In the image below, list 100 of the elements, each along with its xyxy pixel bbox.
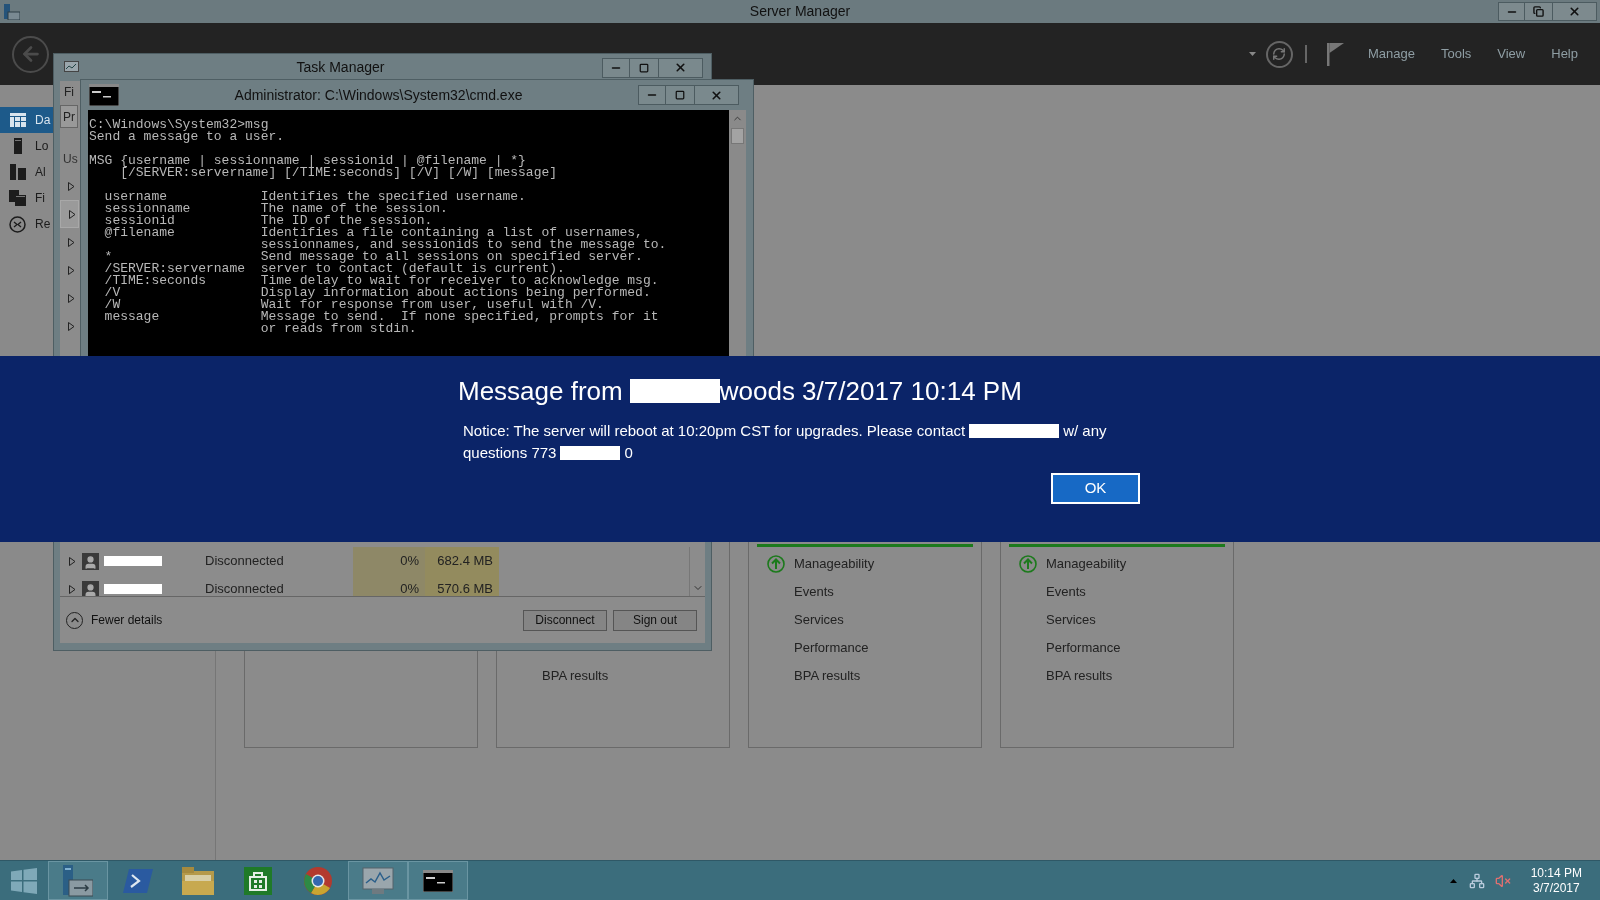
clock-time[interactable]: 10:14 PM [1530,865,1582,881]
flag-icon[interactable] [1326,42,1344,66]
console-line: * Send message to all sessions on specified server. [103,251,643,263]
scroll-thumb[interactable] [731,128,744,144]
tile-link[interactable]: Performance [1046,638,1121,658]
monitor-chart-icon [64,61,79,74]
browser-icon [304,866,332,895]
close-icon [674,61,687,74]
status-text: Disconnected [205,552,285,571]
close-button[interactable] [694,85,739,105]
message-title: woods 3/7/2017 10:14 PM [719,375,1022,408]
clock-date[interactable]: 3/7/2017 [1532,880,1580,896]
folder-icon [182,866,214,895]
restore-icon [1533,6,1544,17]
user-avatar-icon [82,580,99,596]
window-title: Task Manager [296,58,385,77]
scrollbar[interactable] [689,547,705,596]
message-text: questions 773 [463,443,557,463]
tile-link[interactable]: Events [1046,582,1086,602]
ok-button[interactable]: OK [1051,473,1140,504]
user-row[interactable]: Disconnected 0% 682.4 MB [60,547,689,575]
maximize-button[interactable] [666,85,694,105]
user-avatar-icon [82,552,99,570]
column-header[interactable]: Us [63,150,78,168]
tile-link[interactable]: Manageability [1046,554,1127,574]
user-row[interactable]: Disconnected 0% 570.6 MB [60,575,689,596]
tile-link[interactable]: Performance [794,638,869,658]
network-icon[interactable] [1468,872,1485,889]
maximize-icon [675,90,685,100]
expand-arrow-icon[interactable] [68,181,75,191]
message-text: 0 [624,443,633,463]
maximize-icon [639,62,649,73]
tray-caret-icon[interactable] [1449,878,1457,883]
expand-arrow-icon[interactable] [69,556,76,566]
close-button[interactable] [658,57,703,78]
cpu-cell: 0% [353,575,425,596]
menu-item[interactable]: Tools [1438,44,1474,64]
server-toolbox-icon [63,864,93,897]
fewer-details-button[interactable]: Fewer details [66,611,163,629]
console-line: Send a message to a user. [89,131,285,143]
expand-arrow-icon[interactable] [68,265,75,275]
sidebar-item[interactable]: Re [0,211,53,237]
action-button[interactable]: Sign out [613,609,697,631]
menu-item[interactable]: View [1495,44,1528,64]
sidebar-item[interactable]: Da [0,107,53,133]
expand-arrow-icon[interactable] [69,209,76,219]
tile-link[interactable]: BPA results [1046,666,1113,686]
close-button[interactable] [1552,2,1597,21]
memory-cell: 682.4 MB [425,547,499,575]
console-line: message Message to send. If none specified, prompts for it [103,311,659,323]
sidebar-item[interactable]: Fi [0,185,53,211]
server-icon [13,138,22,154]
menu-item[interactable]: Help [1549,44,1580,64]
sidebar-item[interactable]: Al [0,159,53,185]
refresh-button[interactable] [1265,40,1293,68]
minimize-button[interactable] [1498,2,1525,21]
tile-link[interactable]: BPA results [542,666,609,686]
console-line: sessionnames, and sessionids to send the message to. [259,239,667,251]
console-line: C:\Windows\System32>msg [89,119,269,131]
tile-link[interactable]: Services [794,610,844,630]
maximize-button[interactable] [630,57,658,78]
servers-icon [9,164,26,180]
message-title: Message from [458,375,623,408]
menu-item[interactable]: Manage [1365,44,1417,64]
tab[interactable]: Pr [60,105,78,128]
console-line: /V Display information about actions being performed. [103,287,651,299]
user-row[interactable] [60,200,79,228]
expand-arrow-icon[interactable] [68,321,75,331]
console-line: sessionid The ID of the session. [103,215,433,227]
console-line: sessionname The name of the session. [103,203,448,215]
taskbar-button[interactable] [408,861,468,900]
menu-item[interactable]: Fi [64,83,74,101]
action-button[interactable]: Disconnect [523,609,607,631]
console-line: /W Wait for response from user, useful with /V. [103,299,604,311]
tile-link[interactable]: Services [1046,610,1096,630]
console-line: /SERVER:servername server to contact (default is current). [103,263,565,275]
restore-button[interactable] [1525,2,1552,21]
close-icon [710,88,723,102]
tile-link[interactable]: Manageability [794,554,875,574]
minimize-button[interactable] [602,57,630,78]
sidebar-item[interactable]: Lo [0,133,53,159]
tile-link[interactable]: Events [794,582,834,602]
tile-link[interactable]: BPA results [794,666,861,686]
taskbar-button[interactable] [48,861,108,900]
console-line: [/SERVER:servername] [/TIME:seconds] [/V] [/W] [message] [119,167,558,179]
window-title: Server Manager [749,2,851,21]
console-icon [423,869,453,892]
monitor-chart-icon [362,866,394,895]
server-toolbox-icon [4,3,20,20]
console-line: /TIME:seconds Time delay to wait for receiver to acknowledge msg. [103,275,659,287]
store-bag-icon [244,866,272,895]
remote-icon [9,215,26,233]
expand-arrow-icon[interactable] [69,584,76,594]
expand-arrow-icon[interactable] [68,237,75,247]
folders-icon [9,190,26,206]
windows-logo-icon [11,867,37,894]
close-icon [1568,5,1581,18]
expand-arrow-icon[interactable] [68,293,75,303]
dropdown-caret-icon[interactable] [1248,52,1256,56]
minimize-button[interactable] [638,85,666,105]
